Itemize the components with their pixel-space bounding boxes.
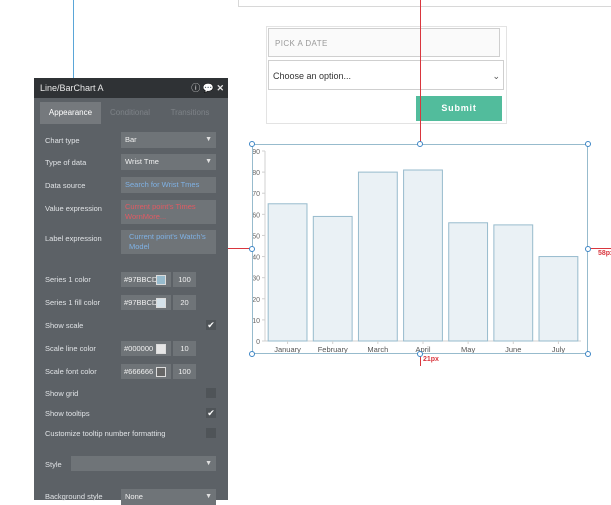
show-tooltips-label: Show tooltips: [45, 409, 90, 418]
show-scale-checkbox[interactable]: ✔: [206, 320, 216, 330]
customize-tooltip-checkbox[interactable]: [206, 428, 216, 438]
data-source-label: Data source: [45, 181, 86, 190]
distance-guide-right: [588, 248, 611, 249]
background-style-dropdown[interactable]: None ▼: [121, 489, 216, 505]
x-tick-label: July: [552, 345, 566, 353]
resize-handle-top-left[interactable]: [249, 141, 255, 147]
series1-fill-opacity-input[interactable]: 20: [173, 295, 196, 310]
dropdown-value: Choose an option...: [273, 71, 352, 81]
date-picker-input[interactable]: PICK A DATE: [268, 28, 500, 57]
info-icon[interactable]: ⓘ: [191, 83, 200, 93]
label-expression-line: Model: [129, 242, 150, 251]
checkmark-icon: ✔: [207, 320, 215, 330]
bar: [538, 256, 579, 342]
y-tick-label: 70: [253, 191, 260, 198]
panel-title: Line/BarChart A: [40, 83, 104, 93]
x-tick-label: May: [461, 345, 475, 353]
alignment-guide-blue: [73, 0, 74, 78]
dropdown-arrow-icon: ▼: [205, 460, 212, 467]
show-scale-label: Show scale: [45, 321, 84, 330]
type-of-data-label: Type of data: [45, 158, 87, 167]
series1-fill-swatch[interactable]: [156, 298, 166, 308]
value-expression-line: WornMore...: [125, 212, 167, 221]
option-dropdown[interactable]: Choose an option... ⌄: [268, 60, 504, 90]
y-tick-label: 90: [253, 149, 260, 156]
tab-conditional[interactable]: Conditional: [102, 102, 158, 124]
resize-handle-bottom[interactable]: [417, 351, 423, 357]
value-expression-line: Current point's Times: [125, 202, 196, 211]
label-expression-field[interactable]: Current point's Watch's Model: [121, 230, 216, 254]
resize-handle-bottom-right[interactable]: [585, 351, 591, 357]
scale-font-opacity-input[interactable]: 100: [173, 364, 196, 379]
chevron-down-icon: ⌄: [492, 71, 500, 81]
tab-appearance[interactable]: Appearance: [40, 102, 101, 124]
series1-color-label: Series 1 color: [45, 275, 91, 284]
bar: [403, 169, 443, 342]
customize-tooltip-label: Customize tooltip number formatting: [45, 429, 166, 438]
show-grid-label: Show grid: [45, 389, 79, 398]
value-expression-label: Value expression: [45, 204, 102, 213]
data-source-field[interactable]: Search for Wrist Tmes: [121, 177, 216, 193]
x-tick-label: January: [274, 345, 301, 353]
comment-icon[interactable]: 💬: [203, 83, 214, 93]
label-expression-line: Current point's Watch's: [129, 232, 206, 241]
right-distance-label: 58px: [598, 250, 611, 257]
series1-color-swatch[interactable]: [156, 275, 166, 285]
scale-line-color-label: Scale line color: [45, 344, 96, 353]
chart-type-label: Chart type: [45, 136, 80, 145]
type-of-data-dropdown[interactable]: Wrist Tme ▼: [121, 154, 216, 170]
chart-type-value: Bar: [125, 135, 137, 144]
bottom-distance-label: 21px: [423, 356, 439, 363]
panel-header[interactable]: Line/BarChart A ⓘ 💬 ✕: [34, 78, 228, 98]
bar: [312, 215, 353, 342]
property-editor-panel: Line/BarChart A ⓘ 💬 ✕ Appearance Conditi…: [34, 78, 228, 505]
series1-opacity-input[interactable]: 100: [173, 272, 196, 287]
dropdown-arrow-icon: ▼: [205, 136, 212, 143]
y-tick-label: 20: [253, 297, 260, 304]
distance-guide-top: [420, 0, 421, 144]
label-expression-label: Label expression: [45, 234, 102, 243]
style-dropdown[interactable]: ▼: [71, 456, 216, 471]
resize-handle-top[interactable]: [417, 141, 423, 147]
close-icon[interactable]: ✕: [216, 83, 224, 93]
type-of-data-value: Wrist Tme: [125, 157, 159, 166]
bar-chart-element[interactable]: 0 10 20 30 40 50 60 70 80 90 January February March A…: [252, 144, 588, 354]
value-expression-field[interactable]: Current point's Times WornMore...: [121, 200, 216, 224]
resize-handle-bottom-left[interactable]: [249, 351, 255, 357]
bar: [267, 203, 308, 342]
x-tick-label: March: [367, 345, 388, 353]
checkmark-icon: ✔: [207, 408, 215, 418]
panel-tabs: Appearance Conditional Transitions: [34, 102, 228, 124]
bar: [493, 224, 534, 342]
page-frame-edge: [238, 0, 611, 7]
y-tick-label: 10: [253, 318, 260, 325]
bar-chart: 0102030405060708090January February March A…: [252, 149, 581, 354]
x-tick-label: February: [318, 345, 348, 353]
y-tick-label: 0: [256, 339, 260, 346]
dropdown-arrow-icon: ▼: [205, 493, 212, 500]
bar: [448, 222, 489, 342]
scale-font-color-swatch[interactable]: [156, 367, 166, 377]
scale-line-opacity-input[interactable]: 10: [173, 341, 196, 356]
scale-font-color-label: Scale font color: [45, 367, 97, 376]
tab-transitions[interactable]: Transitions: [161, 102, 219, 124]
resize-handle-right[interactable]: [585, 246, 591, 252]
y-tick-label: 40: [253, 255, 260, 262]
resize-handle-left[interactable]: [249, 246, 255, 252]
dropdown-arrow-icon: ▼: [205, 158, 212, 165]
y-tick-label: 50: [253, 233, 260, 240]
series1-fill-label: Series 1 fill color: [45, 298, 101, 307]
chart-type-dropdown[interactable]: Bar ▼: [121, 132, 216, 148]
show-grid-checkbox[interactable]: [206, 388, 216, 398]
x-tick-label: June: [505, 345, 521, 353]
scale-line-color-swatch[interactable]: [156, 344, 166, 354]
show-tooltips-checkbox[interactable]: ✔: [206, 408, 216, 418]
y-tick-label: 30: [253, 276, 260, 283]
y-tick-label: 80: [253, 170, 260, 177]
bar: [357, 171, 398, 342]
y-tick-label: 60: [253, 212, 260, 219]
style-label: Style: [45, 460, 62, 469]
submit-button[interactable]: Submit: [416, 96, 502, 121]
resize-handle-top-right[interactable]: [585, 141, 591, 147]
